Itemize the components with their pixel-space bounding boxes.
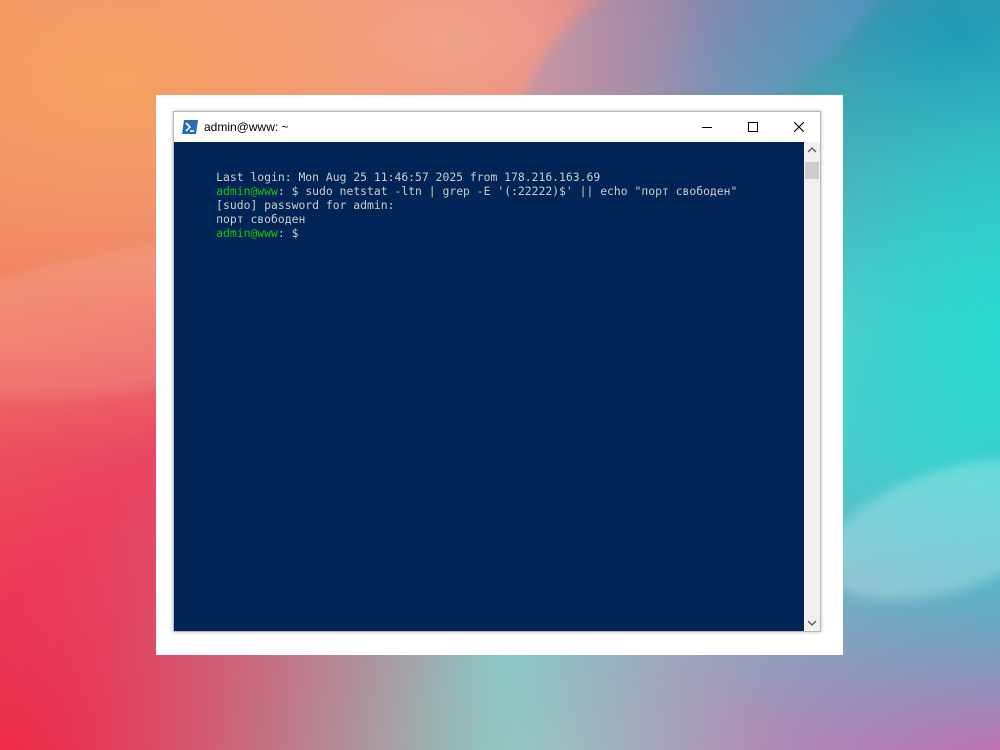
terminal-line: порт свободен	[175, 198, 305, 226]
terminal-line: [sudo] password for admin:	[175, 184, 394, 212]
window-title: admin@www: ~	[204, 120, 289, 134]
minimize-button[interactable]	[684, 112, 730, 142]
terminal-output-area[interactable]: Last login: Mon Aug 25 11:46:57 2025 fro…	[174, 142, 804, 631]
prompt-user: admin@www	[216, 226, 278, 240]
scroll-thumb[interactable]	[805, 162, 819, 179]
scroll-down-arrow-icon	[807, 620, 817, 626]
minimize-icon	[702, 127, 712, 128]
maximize-icon	[748, 122, 758, 132]
maximize-button[interactable]	[730, 112, 776, 142]
terminal-line: admin@www: $ sudo netstat -ltn | grep -E…	[175, 170, 737, 198]
close-button[interactable]	[776, 112, 822, 142]
vertical-scrollbar[interactable]	[804, 142, 820, 631]
terminal-window: admin@www: ~ Last login: Mon Aug 25 11:4…	[173, 111, 821, 632]
title-bar[interactable]: admin@www: ~	[174, 112, 820, 142]
close-icon	[794, 122, 804, 132]
terminal-prompt-line: admin@www: $	[175, 212, 305, 240]
terminal-line: Last login: Mon Aug 25 11:46:57 2025 fro…	[175, 156, 600, 184]
scroll-up-arrow-icon	[807, 147, 817, 153]
scroll-up-button[interactable]	[804, 142, 820, 158]
scroll-down-button[interactable]	[804, 615, 820, 631]
powershell-terminal-icon	[182, 119, 198, 134]
prompt-text: : $	[277, 226, 306, 240]
